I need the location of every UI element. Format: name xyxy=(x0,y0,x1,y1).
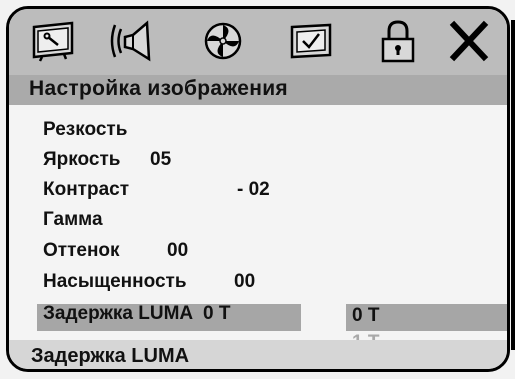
menu-item-value: 00 xyxy=(234,271,256,292)
menu-item-label: Резкость xyxy=(43,119,128,140)
setup-toolbar xyxy=(9,9,507,75)
section-header: Настройка изображения xyxy=(9,75,507,105)
menu-item-brightness[interactable]: Яркость 05 xyxy=(43,149,171,177)
menu-item-sharpness[interactable]: Резкость xyxy=(43,119,127,147)
menu-item-label: Насыщенность xyxy=(43,271,187,292)
menu-item-label: Гамма xyxy=(43,209,103,230)
menu-item-value: 00 xyxy=(167,240,189,261)
edge-strip xyxy=(511,20,515,350)
menu-item-value: 05 xyxy=(150,149,172,170)
footer-status-bar: Задержка LUMA xyxy=(9,340,507,369)
menu-item-value: 0 T xyxy=(203,303,231,324)
menu-item-label: Оттенок xyxy=(43,240,120,261)
audio-setup-icon[interactable] xyxy=(106,18,158,64)
video-setup-icon[interactable] xyxy=(197,18,249,64)
page-title: Настройка изображения xyxy=(29,77,288,100)
general-setup-icon[interactable] xyxy=(27,18,79,64)
exit-icon[interactable] xyxy=(443,18,495,64)
menu-item-gamma[interactable]: Гамма xyxy=(43,209,103,237)
password-icon[interactable] xyxy=(372,18,424,64)
menu-item-value: - 02 xyxy=(237,179,270,200)
menu-item-hue[interactable]: Оттенок 00 xyxy=(43,240,188,268)
menu-item-label: Задержка LUMA xyxy=(43,303,194,324)
menu-item-contrast[interactable]: Контраст - 02 xyxy=(43,179,270,207)
footer-title: Задержка LUMA xyxy=(31,345,190,367)
preference-icon[interactable] xyxy=(285,18,337,64)
menu-item-label: Яркость xyxy=(43,149,121,170)
menu-item-label: Контраст xyxy=(43,179,130,200)
setup-menu-window: Настройка изображения Резкость Яркость 0… xyxy=(6,6,510,372)
menu-item-luma-delay[interactable]: Задержка LUMA 0 T xyxy=(43,303,230,331)
menu-item-saturation[interactable]: Насыщенность 00 xyxy=(43,271,255,299)
option-0t[interactable]: 0 T xyxy=(352,305,379,327)
